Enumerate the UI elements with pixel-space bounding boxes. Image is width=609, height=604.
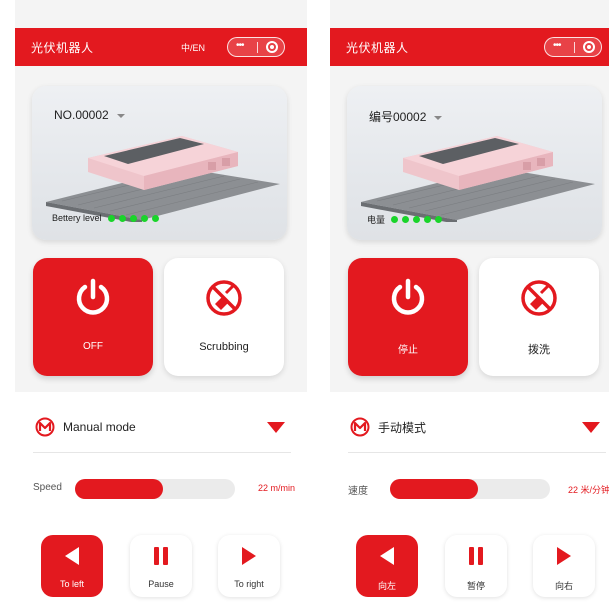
dropdown-triangle-icon[interactable] <box>267 422 285 433</box>
speed-slider-fill <box>75 479 163 499</box>
scrub-label: Scrubbing <box>199 341 249 353</box>
pause-label: Pause <box>148 579 174 589</box>
move-left-button[interactable]: To left <box>41 535 103 597</box>
brush-icon <box>206 280 242 316</box>
speed-slider[interactable] <box>390 479 550 499</box>
battery-label: 电量 <box>367 215 386 225</box>
dropdown-triangle-icon[interactable] <box>582 422 600 433</box>
power-label: 停止 <box>398 345 418 356</box>
move-right-label: To right <box>234 579 264 589</box>
battery-dots <box>107 214 163 222</box>
scrub-label: 拨洗 <box>528 344 550 356</box>
chevron-down-icon <box>434 115 443 120</box>
triangle-left-icon <box>380 547 394 565</box>
speed-control: Speed 22 m/min <box>33 479 295 499</box>
phone-screen-english: 光伏机器人 中/EN ••• NO.00002 Bettery level OF… <box>15 0 307 604</box>
power-button[interactable]: OFF <box>33 258 153 376</box>
chevron-down-icon <box>116 113 125 118</box>
battery-dot <box>118 214 126 222</box>
device-selector[interactable]: NO.00002 <box>54 108 125 122</box>
capsule-divider <box>257 42 258 53</box>
move-right-label: 向右 <box>554 581 573 591</box>
pause-label: 暂停 <box>466 581 485 591</box>
pause-button[interactable]: 暂停 <box>445 535 507 597</box>
more-dots-icon[interactable]: ••• <box>236 40 244 51</box>
mini-program-capsule: ••• <box>544 37 602 57</box>
close-target-icon[interactable] <box>266 41 278 53</box>
m-logo-icon <box>35 417 55 437</box>
divider <box>33 452 291 453</box>
move-right-button[interactable]: To right <box>218 535 280 597</box>
speed-value: 22 米/分钟 <box>567 485 609 495</box>
battery-label: Bettery level <box>52 213 102 223</box>
app-title: 光伏机器人 <box>31 41 94 55</box>
move-left-label: To left <box>59 579 84 589</box>
brush-icon <box>521 280 557 316</box>
control-panel: Manual mode Speed 22 m/min To left Pause <box>15 392 307 604</box>
mode-label: Manual mode <box>63 420 136 434</box>
speed-slider-fill <box>390 479 478 499</box>
speed-label: Speed <box>33 482 62 493</box>
mode-selector[interactable]: Manual mode <box>35 416 285 438</box>
battery-dot <box>107 214 115 222</box>
close-target-icon[interactable] <box>583 41 595 53</box>
pause-icon <box>469 547 483 565</box>
capsule-divider <box>574 42 575 53</box>
battery-dot <box>129 214 137 222</box>
pause-icon <box>154 547 168 565</box>
pause-button[interactable]: Pause <box>130 535 192 597</box>
nav-bar: 光伏机器人 中/EN ••• <box>15 28 307 66</box>
triangle-left-icon <box>65 547 79 565</box>
robot-card: NO.00002 Bettery level <box>32 86 287 240</box>
phone-screen-chinese: 光伏机器人 ••• 编号00002 电量 停止 拨洗 手动模式 速度 22 米/… <box>330 0 609 604</box>
move-right-button[interactable]: 向右 <box>533 535 595 597</box>
move-left-button[interactable]: 向左 <box>356 535 418 597</box>
move-left-label: 向左 <box>377 581 396 591</box>
speed-slider[interactable] <box>75 479 235 499</box>
app-title: 光伏机器人 <box>346 41 409 55</box>
battery-dot <box>413 216 421 223</box>
power-icon <box>76 278 110 315</box>
mode-selector[interactable]: 手动模式 <box>350 416 600 438</box>
triangle-right-icon <box>242 547 256 565</box>
battery-dot <box>424 216 432 223</box>
battery-indicator: 电量 <box>367 213 446 226</box>
battery-dot <box>402 216 410 223</box>
robot-card: 编号00002 电量 <box>347 86 602 240</box>
language-toggle[interactable]: 中/EN <box>181 41 205 54</box>
speed-value: 22 m/min <box>257 483 295 493</box>
more-dots-icon[interactable]: ••• <box>553 40 561 51</box>
battery-dot <box>151 214 159 222</box>
mini-program-capsule: ••• <box>227 37 285 57</box>
power-icon <box>391 278 425 315</box>
speed-control: 速度 22 米/分钟 <box>348 479 609 499</box>
battery-dot <box>391 216 399 223</box>
scrub-button[interactable]: 拨洗 <box>479 258 599 376</box>
m-logo-icon <box>350 417 370 437</box>
divider <box>348 452 606 453</box>
battery-indicator: Bettery level <box>52 213 163 223</box>
robot-image <box>361 136 595 222</box>
power-button[interactable]: 停止 <box>348 258 468 376</box>
power-label: OFF <box>83 341 103 352</box>
battery-dots <box>391 216 446 223</box>
speed-label: 速度 <box>348 486 368 497</box>
device-label: NO.00002 <box>54 108 109 122</box>
control-panel: 手动模式 速度 22 米/分钟 向左 暂停 向右 <box>330 392 609 604</box>
scrub-button[interactable]: Scrubbing <box>164 258 284 376</box>
robot-image <box>46 136 280 222</box>
triangle-right-icon <box>557 547 571 565</box>
nav-bar: 光伏机器人 ••• <box>330 28 609 66</box>
mode-label: 手动模式 <box>378 420 427 435</box>
battery-dot <box>435 216 443 223</box>
battery-dot <box>140 214 148 222</box>
